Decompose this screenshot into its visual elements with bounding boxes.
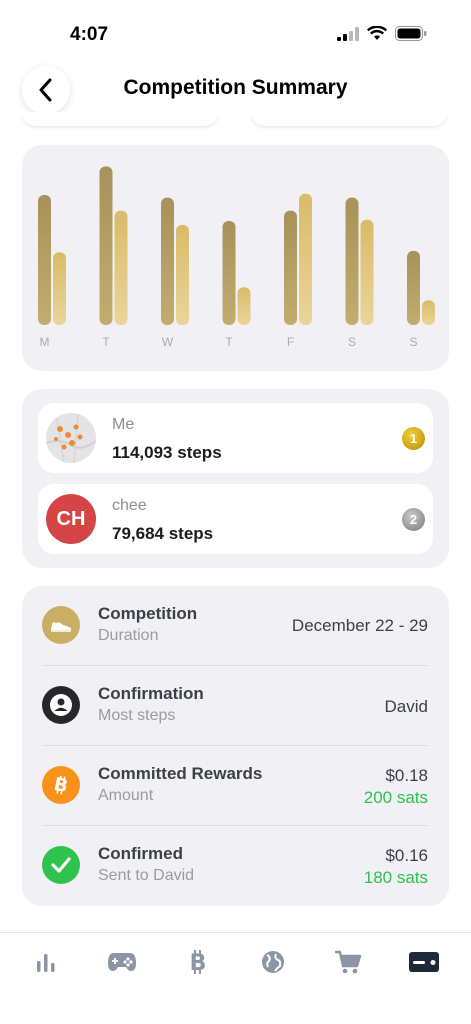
stat-card-right [251,112,447,126]
avatar-me [46,413,96,463]
checkmark-icon [42,846,80,884]
cart-icon [335,950,362,974]
nav-header: Competition Summary [0,62,471,118]
leaderboard-row-chee[interactable]: CH chee 79,684 steps 2 [38,484,433,554]
bar-s-6-series-1 [422,300,435,325]
detail-title: Confirmation [98,684,204,703]
detail-sats: 200 sats [363,788,428,807]
bar-t-1-series-0 [99,166,113,325]
tab-wallet[interactable] [408,947,440,977]
bar-m-0-series-1 [53,252,66,325]
detail-value: December 22 - 29 [291,616,428,635]
detail-row-confirmation: Confirmation Most steps David [22,666,449,746]
tab-globe[interactable] [257,947,289,977]
detail-row-rewards: B Committed Rewards Amount $0.18 200 sat… [22,746,449,826]
stats-icon [37,954,55,972]
participant-name: chee [112,497,147,514]
participant-steps: 114,093 steps [112,443,222,462]
detail-value: $0.16 [385,846,428,865]
bar-w-2-series-1 [176,224,189,325]
participant-name: Me [112,416,135,433]
page-title: Competition Summary [123,76,348,99]
detail-row-confirmed: Confirmed Sent to David $0.16 180 sats [22,826,449,906]
tab-bitcoin[interactable]: B [182,947,214,977]
rank-medal-gold: 1 [402,427,425,450]
x-tick-label: M [40,335,50,349]
weekly-steps-chart: MTWTFSS [22,145,449,371]
detail-subtitle: Amount [98,787,154,804]
signal-icon [337,26,359,41]
gamepad-icon [108,953,136,971]
stat-card-left [22,112,218,126]
tab-games[interactable] [106,947,138,977]
status-time: 4:07 [70,24,109,45]
x-tick-label: F [287,335,294,349]
bar-s-5-series-0 [345,197,359,325]
bar-chart: MTWTFSS [38,166,435,349]
bar-s-5-series-1 [360,219,374,325]
detail-sats: 180 sats [363,868,428,887]
bar-t-3-series-1 [237,287,251,325]
bar-f-4-series-1 [299,193,312,325]
wifi-icon [367,26,387,40]
competition-details: Competition Duration December 22 - 29 Co… [22,586,449,906]
battery-icon [395,26,427,41]
x-tick-label: S [409,335,417,349]
bar-t-1-series-1 [114,210,128,325]
leaderboard: Me 114,093 steps 1 CH chee 79,684 steps … [22,389,449,568]
tab-shop[interactable] [332,947,364,977]
x-tick-label: W [162,335,174,349]
sneaker-icon [42,606,80,644]
tab-stats[interactable] [30,947,62,977]
leaderboard-row-me[interactable]: Me 114,093 steps 1 [38,403,433,473]
avatar-chee: CH [46,494,96,544]
detail-subtitle: Sent to David [98,867,195,884]
svg-text:B: B [190,951,207,975]
bitcoin-icon: B [190,950,207,975]
detail-title: Committed Rewards [98,764,263,783]
detail-value: $0.18 [385,766,428,785]
rank-medal-silver: 2 [402,508,425,531]
scrolled-stat-cards [22,112,449,126]
detail-subtitle: Most steps [98,707,176,724]
bar-t-3-series-0 [222,221,236,325]
participant-steps: 79,684 steps [112,524,214,543]
tab-bar: B [0,932,471,1024]
detail-row-competition: Competition Duration December 22 - 29 [22,586,449,666]
bar-s-6-series-0 [407,250,420,325]
map-avatar-icon [46,413,96,463]
x-tick-label: T [102,335,110,349]
person-icon [42,686,80,724]
status-icons [337,26,427,41]
detail-title: Confirmed [98,844,183,863]
bar-w-2-series-0 [161,197,174,325]
bitcoin-icon: B [42,766,80,804]
wallet-card-icon [409,952,439,972]
bar-m-0-series-0 [38,195,51,325]
status-bar: 4:07 [0,0,471,60]
x-tick-label: S [348,335,356,349]
detail-value: David [384,697,428,716]
globe-icon [262,951,284,973]
detail-subtitle: Duration [98,627,159,644]
detail-title: Competition [98,604,198,623]
bar-f-4-series-0 [284,210,297,325]
x-tick-label: T [225,335,233,349]
